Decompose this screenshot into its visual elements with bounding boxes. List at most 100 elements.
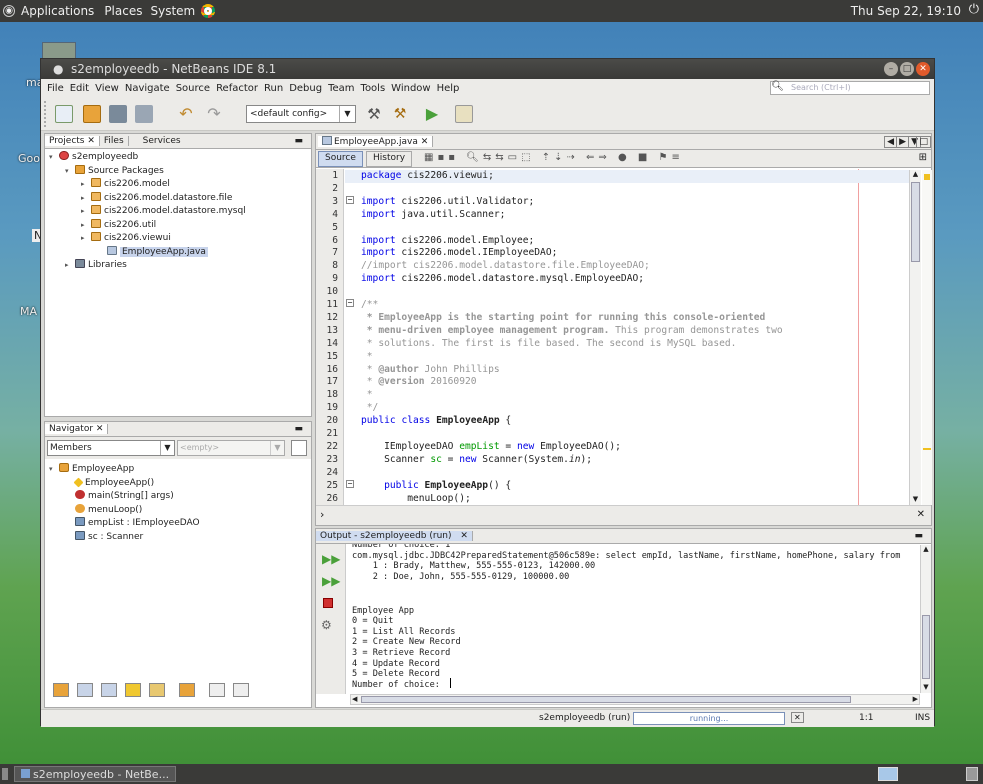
menu-refactor[interactable]: Refactor [216, 83, 258, 94]
close-icon[interactable]: ✕ [454, 531, 468, 541]
filter-button[interactable] [101, 683, 117, 697]
expand-toggle-icon[interactable]: ▾ [65, 165, 75, 179]
output-hscrollbar[interactable]: ◀ ▶ [350, 694, 920, 705]
tree-node[interactable]: empList : IEmployeeDAO [49, 517, 311, 531]
expand-toggle-icon[interactable]: ▸ [65, 259, 75, 273]
expand-toggle-icon[interactable]: ▸ [81, 205, 91, 219]
run-button[interactable]: ▶ [423, 105, 441, 123]
window-titlebar[interactable]: ● s2employeedb - NetBeans IDE 8.1 – □ ✕ [41, 59, 934, 79]
tab-files[interactable]: Files [100, 136, 129, 146]
places-menu[interactable]: Places [104, 4, 142, 18]
menu-file[interactable]: File [47, 83, 64, 94]
tree-node[interactable]: ▸ Libraries [49, 259, 311, 273]
new-project-button[interactable] [83, 105, 101, 123]
progress-bar[interactable]: running... [633, 712, 785, 725]
menu-view[interactable]: View [95, 83, 119, 94]
filter-button[interactable] [179, 683, 195, 697]
tree-node[interactable]: ▸ cis2206.util [49, 218, 311, 233]
menu-run[interactable]: Run [264, 83, 283, 94]
filter-button[interactable] [53, 683, 69, 697]
cancel-process-icon[interactable]: ✕ [791, 712, 804, 723]
members-select[interactable]: Members ▼ [47, 440, 175, 456]
taskbar-item-netbeans[interactable]: s2employeedb - NetBe... [14, 766, 177, 782]
history-tab[interactable]: History [366, 151, 413, 167]
search-icon[interactable]: 🔍︎ [771, 81, 784, 92]
new-file-button[interactable] [55, 105, 73, 123]
close-icon[interactable]: ✕ [421, 137, 429, 147]
scroll-left-icon[interactable]: ◀ [352, 695, 357, 703]
scroll-up-icon[interactable]: ▲ [921, 545, 931, 555]
workspace-switcher-icon[interactable] [878, 767, 898, 781]
expand-toggle-icon[interactable]: ▾ [49, 151, 59, 165]
menu-tools[interactable]: Tools [361, 83, 386, 94]
tree-node[interactable]: ▸ cis2206.viewui [49, 232, 311, 246]
editor-vscrollbar[interactable]: ▲ ▼ [909, 170, 921, 505]
scroll-thumb[interactable] [361, 696, 851, 703]
tree-node[interactable]: EmployeeApp() [49, 477, 311, 491]
tree-node[interactable]: ▸ cis2206.model [49, 178, 311, 192]
power-icon[interactable]: ⏻ [969, 2, 979, 17]
tab-employeeapp[interactable]: EmployeeApp.java ✕ [318, 136, 434, 147]
maximize-editor-icon[interactable]: □ [916, 135, 931, 148]
config-select[interactable]: <default config> ▼ [246, 105, 356, 123]
minimize-panel-icon[interactable]: ▬ [910, 531, 927, 541]
code-area[interactable]: 1 package cis2206.viewui; 2 3 import cis2206… [316, 169, 920, 507]
filter-button[interactable] [125, 683, 141, 697]
menu-debug[interactable]: Debug [289, 83, 322, 94]
menu-window[interactable]: Window [391, 83, 430, 94]
tree-node[interactable]: ▾ EmployeeApp [49, 463, 311, 477]
undo-button[interactable]: ↶ [177, 105, 195, 123]
system-menu[interactable]: System [150, 4, 195, 18]
menu-help[interactable]: Help [437, 83, 460, 94]
scroll-up-icon[interactable]: ▲ [910, 170, 921, 180]
expand-toggle-icon[interactable]: ▾ [49, 463, 59, 477]
tab-navigator[interactable]: Navigator ✕ [45, 424, 109, 434]
tree-node[interactable]: ▸ cis2206.model.datastore.file [49, 191, 311, 206]
tree-node[interactable]: ▾ Source Packages [49, 164, 311, 179]
tab-output[interactable]: Output - s2employeedb (run) ✕ [316, 531, 473, 541]
window-menu-icon[interactable]: ● [53, 59, 63, 79]
clock[interactable]: Thu Sep 22, 19:10 [851, 4, 961, 18]
tree-node[interactable]: sc : Scanner [49, 530, 311, 545]
minimize-button[interactable]: – [884, 62, 898, 76]
chrome-icon[interactable] [201, 4, 216, 18]
close-icon[interactable]: ✕ [87, 136, 95, 146]
tree-node[interactable]: menuLoop() [49, 503, 311, 518]
tree-node[interactable]: EmployeeApp.java [49, 245, 311, 260]
filter-button[interactable] [77, 683, 93, 697]
scroll-right-icon[interactable]: ▶ [913, 695, 918, 703]
scroll-thumb[interactable] [922, 615, 930, 679]
tab-services[interactable]: Services [129, 136, 185, 146]
empty-select[interactable]: <empty> ▼ [177, 440, 285, 456]
fold-toggle-icon[interactable]: − [346, 299, 354, 307]
search-input[interactable]: Search (Ctrl+I) [770, 81, 930, 95]
maximize-button[interactable]: □ [900, 62, 914, 76]
sort-button[interactable] [233, 683, 249, 697]
clean-build-icon[interactable]: ⚒ [391, 105, 409, 123]
open-project-button[interactable] [109, 105, 127, 123]
scroll-tabs-left-icon[interactable]: ◀ [884, 135, 897, 148]
minimize-panel-icon[interactable]: ▬ [290, 424, 307, 434]
scroll-down-icon[interactable]: ▼ [921, 683, 931, 693]
close-button[interactable]: ✕ [916, 62, 930, 76]
ubuntu-logo-icon[interactable]: ◉ [3, 5, 15, 17]
close-icon[interactable]: ✕ [96, 424, 104, 434]
applications-menu[interactable]: Applications [21, 4, 94, 18]
expand-toggle-icon[interactable]: ▸ [81, 232, 91, 246]
menu-team[interactable]: Team [328, 83, 354, 94]
build-hammer-icon[interactable]: ⚒ [365, 105, 383, 123]
scroll-down-icon[interactable]: ▼ [910, 495, 921, 505]
source-tab[interactable]: Source [318, 151, 363, 167]
navigator-options-icon[interactable] [291, 440, 307, 456]
split-editor-icon[interactable]: ⊞ [919, 152, 927, 163]
tab-projects[interactable]: Projects ✕ [45, 136, 100, 146]
filter-button[interactable] [149, 683, 165, 697]
tree-node[interactable]: ▸ cis2206.model.datastore.mysql [49, 205, 311, 219]
save-all-button[interactable] [135, 105, 153, 123]
output-console[interactable]: Number of choice: 1 com.mysql.jdbc.JDBC42… [316, 544, 921, 694]
scroll-tabs-right-icon[interactable]: ▶ [896, 135, 909, 148]
output-vscrollbar[interactable]: ▲ ▼ [920, 545, 931, 693]
tree-node[interactable]: main(String[] args) [49, 490, 311, 504]
scroll-thumb[interactable] [911, 182, 920, 262]
expand-toggle-icon[interactable]: ▸ [81, 219, 91, 233]
